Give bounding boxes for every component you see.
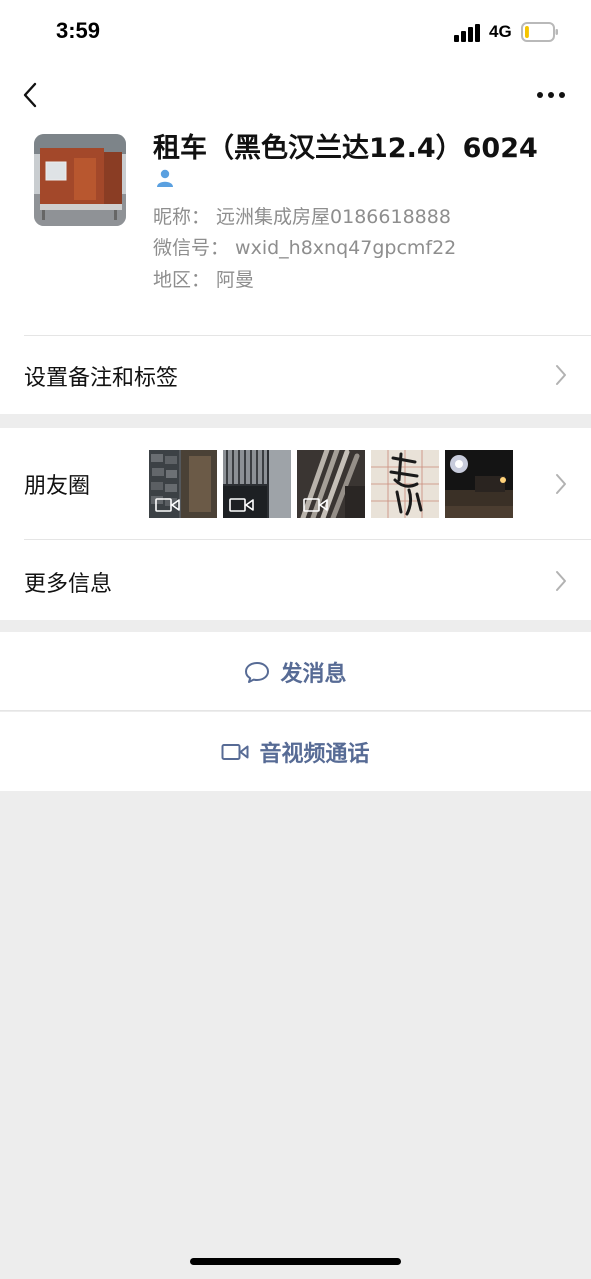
region-line: 地区： 阿曼	[153, 269, 255, 291]
moments-thumbnail[interactable]	[149, 450, 217, 518]
ellipsis-icon[interactable]	[536, 88, 566, 102]
chevron-right-icon	[556, 571, 566, 591]
video-call-button[interactable]: 音视频通话	[0, 712, 591, 791]
nav-bar	[0, 66, 591, 124]
moments-row[interactable]: 朋友圈	[0, 428, 591, 540]
avatar-image	[34, 134, 126, 226]
signal-strength-icon	[454, 24, 480, 42]
chevron-right-icon	[556, 474, 566, 494]
video-indicator-icon	[229, 498, 254, 512]
video-call-label: 音视频通话	[259, 741, 370, 767]
night-yard-image	[445, 450, 513, 518]
status-time: 3:59	[56, 18, 101, 43]
video-call-content: 音视频通话	[0, 712, 591, 791]
status-bar: 3:59 4G	[0, 0, 591, 66]
remark-tags-label: 设置备注和标签	[24, 366, 179, 391]
more-info-label: 更多信息	[24, 572, 113, 597]
send-message-button[interactable]: 发消息	[0, 632, 591, 711]
divider	[0, 710, 591, 711]
profile-name: 租车（黑色汉兰达12.4）6024	[153, 133, 538, 164]
video-indicator-icon	[303, 498, 328, 512]
chevron-left-icon[interactable]	[20, 80, 42, 110]
more-info-row[interactable]: 更多信息	[0, 540, 591, 620]
calligraphy-image	[371, 450, 439, 518]
chat-bubble-icon	[245, 661, 270, 683]
battery-icon	[521, 22, 558, 42]
send-message-label: 发消息	[280, 661, 347, 687]
network-type-label: 4G	[489, 22, 512, 41]
moments-thumbnail[interactable]	[223, 450, 291, 518]
send-message-content: 发消息	[0, 632, 591, 711]
moments-thumbnail[interactable]	[445, 450, 513, 518]
video-camera-icon	[221, 743, 249, 760]
video-indicator-icon	[155, 498, 180, 512]
moments-thumbnail[interactable]	[371, 450, 439, 518]
contact-person-icon	[157, 169, 173, 187]
remark-tags-row[interactable]: 设置备注和标签	[0, 336, 591, 414]
profile-card: 租车（黑色汉兰达12.4）6024 昵称： 远洲集成房屋0186618888 微…	[0, 124, 591, 336]
wechat-id-line: 微信号： wxid_h8xnq47gpcmf22	[153, 237, 457, 259]
avatar[interactable]	[34, 134, 126, 226]
chevron-right-icon	[556, 365, 566, 385]
moments-label: 朋友圈	[24, 474, 91, 499]
home-indicator[interactable]	[190, 1258, 401, 1265]
moments-thumbnail[interactable]	[297, 450, 365, 518]
nickname-line: 昵称： 远洲集成房屋0186618888	[153, 206, 451, 228]
